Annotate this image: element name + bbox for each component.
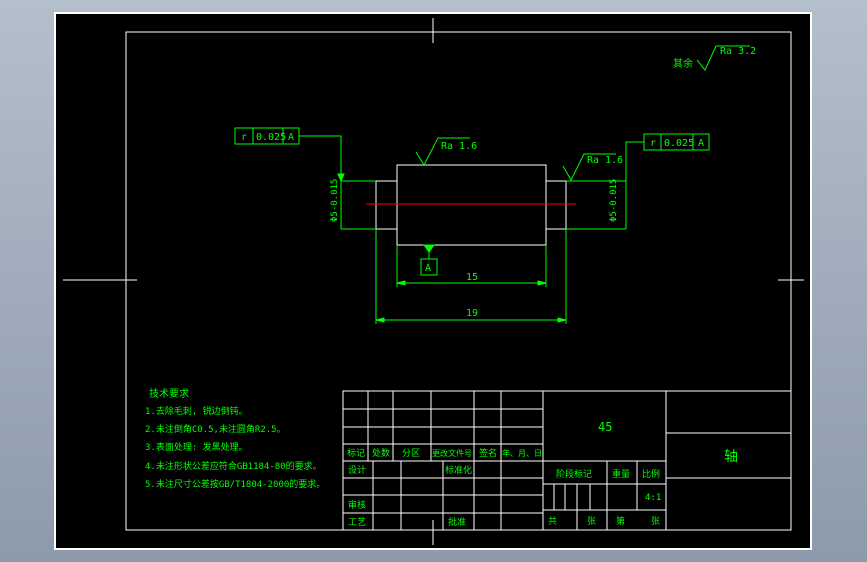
- tb-label-zone: 分区: [402, 448, 420, 459]
- tb-label-mark: 标记: [347, 447, 365, 459]
- tech-note-2: 2.未注倒角C0.5,未注圆角R2.5。: [145, 423, 286, 435]
- datum-label: A: [425, 263, 431, 274]
- drawing-canvas: 其余 Ra 3.2 r 0.025 A r 0.025 A Φ5-0.015 Φ…: [54, 12, 812, 550]
- dim-15-label: 15: [466, 272, 478, 283]
- tb-stage-mark: 阶段标记: [556, 468, 592, 480]
- diameter-right-label: Φ5-0.015: [609, 179, 619, 222]
- tb-label-change-doc: 更改文件号: [432, 448, 472, 458]
- tb-process: 工艺: [348, 517, 366, 528]
- tech-note-4: 4.未注形状公差应符合GB1184-80的要求。: [145, 460, 322, 472]
- tb-review: 审核: [348, 499, 366, 511]
- tb-weight: 重量: [612, 468, 630, 480]
- tolerance-right-symbol: r: [650, 138, 656, 149]
- tech-note-5: 5.未注尺寸公差按GB/T1804-2000的要求。: [145, 478, 325, 490]
- tb-sheets2: 张: [651, 516, 660, 527]
- tolerance-left-symbol: r: [241, 132, 247, 143]
- tech-notes-title: 技术要求: [149, 387, 189, 400]
- tb-design: 设计: [348, 464, 366, 476]
- diameter-left-label: Φ5-0.015: [330, 179, 340, 222]
- tb-scale-value: 4:1: [645, 493, 661, 503]
- tech-note-3: 3.表面处理: 发黑处理。: [145, 441, 248, 453]
- tech-note-1: 1.去除毛刺, 锐边倒钝。: [145, 405, 248, 417]
- roughness-note-prefix: 其余: [673, 57, 693, 70]
- roughness-right-label: Ra 1.6: [587, 155, 623, 166]
- tb-approve: 批准: [448, 516, 466, 528]
- tolerance-right-value: 0.025: [664, 138, 694, 149]
- tolerance-right-datum: A: [698, 138, 704, 149]
- tb-scale: 比例: [642, 468, 660, 480]
- tb-label-date: 年、月、日: [502, 448, 542, 458]
- tb-standardize: 标准化: [445, 464, 472, 476]
- roughness-middle-label: Ra 1.6: [441, 141, 477, 152]
- tolerance-left-value: 0.025: [256, 132, 286, 143]
- tb-page: 第: [616, 515, 625, 527]
- tb-sheets1: 张: [587, 516, 596, 527]
- roughness-note-value: Ra 3.2: [720, 46, 756, 57]
- tb-total: 共: [548, 516, 557, 527]
- tb-part-name: 轴: [724, 449, 738, 465]
- tb-label-count: 处数: [372, 447, 390, 459]
- tb-material: 45: [598, 420, 612, 434]
- tolerance-left-datum: A: [288, 132, 294, 143]
- dim-19-label: 19: [466, 308, 478, 319]
- tb-label-sign: 签名: [479, 447, 497, 459]
